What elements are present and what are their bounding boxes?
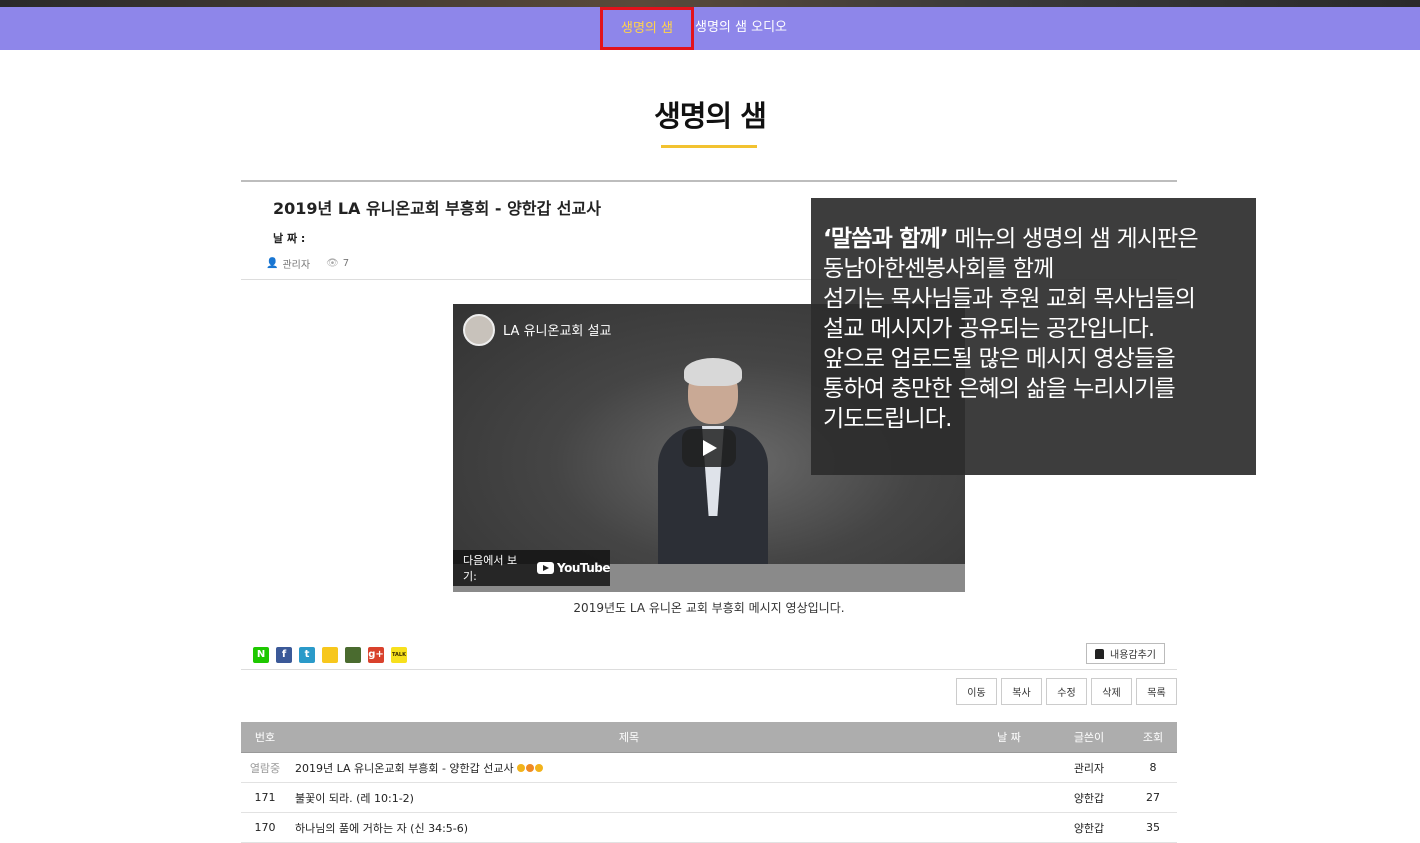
share-divider [241,669,1177,670]
overlay-line: 설교 메시지가 공유되는 공간입니다. [823,316,1155,342]
header-author: 글쓴이 [1073,731,1105,744]
overlay-line: 섬기는 목사님들과 후원 교회 목사님들의 [823,286,1196,312]
edit-button[interactable]: 수정 [1046,678,1087,705]
googleplus-icon[interactable]: g+ [368,647,384,663]
row-author: 관리자 [1073,761,1105,775]
overlay-line: 메뉴의 생명의 샘 게시판은 [947,226,1198,252]
table-row[interactable]: 170 하나님의 품에 거하는 자 (신 34:5-6) 양한갑 35 [241,813,1177,843]
youtube-play-icon [536,562,554,574]
youtube-logo: YouTube [536,561,611,575]
play-button[interactable] [682,429,736,467]
page-title: 생명의 샘 [654,99,767,133]
sub-navigation: 생명의 샘 생명의 샘 오디오 [0,7,1420,50]
row-num: 열람중 [249,761,281,775]
overlay-line: 앞으로 업로드될 많은 메시지 영상들을 [823,346,1176,372]
row-views: 35 [1146,821,1160,834]
row-author: 양한갑 [1073,821,1105,835]
header-date: 날 짜 [997,731,1021,744]
move-button[interactable]: 이동 [956,678,997,705]
watch-on-youtube-button[interactable]: 다음에서 보기: YouTube [453,550,611,586]
table-row[interactable]: 열람중 2019년 LA 유니온교회 부흥회 - 양한갑 선교사 관리자 8 [241,753,1177,783]
row-num: 171 [254,791,276,804]
row-title-text[interactable]: 2019년 LA 유니온교회 부흥회 - 양한갑 선교사 [295,760,514,776]
header-title: 제목 [618,731,640,744]
post-list-table: 번호 제목 날 짜 글쓴이 조회 열람중 2019년 LA 유니온교회 부흥회 … [241,722,1177,843]
row-author: 양한갑 [1073,791,1105,805]
tab-lifespring[interactable]: 생명의 샘 [600,7,694,50]
overlay-line: 기도드립니다. [823,406,952,432]
hide-content-button[interactable]: 내용감추기 [1086,643,1165,664]
user-icon: 👤 [266,258,279,269]
list-button[interactable]: 목록 [1136,678,1177,705]
row-title[interactable]: 2019년 LA 유니온교회 부흥회 - 양한갑 선교사 [295,753,995,782]
copy-button[interactable]: 복사 [1001,678,1042,705]
facebook-icon[interactable]: f [276,647,292,663]
row-views: 8 [1149,761,1157,774]
row-num: 170 [254,821,276,834]
kakaotalk-icon[interactable]: TALK [391,647,407,663]
eye-icon: 👁 [326,258,339,269]
youtube-wordmark: YouTube [556,561,611,575]
header-views: 조회 [1142,731,1164,744]
kakaostory-icon[interactable] [322,647,338,663]
overlay-line: 동남아한센봉사회를 함께 [823,256,1054,282]
overlay-line: 통하여 충만한 은혜의 삶을 누리시기를 [823,376,1176,402]
delete-button[interactable]: 삭제 [1091,678,1132,705]
post-author: 관리자 [282,260,311,271]
row-views: 27 [1146,791,1160,804]
post-top-divider [241,180,1177,182]
table-row[interactable]: 171 불꽃이 되라. (레 10:1-2) 양한갑 27 [241,783,1177,813]
row-title[interactable]: 불꽃이 되라. (레 10:1-2) [295,783,995,812]
video-channel-title[interactable]: LA 유니온교회 설교 [503,320,611,339]
table-header: 번호 제목 날 짜 글쓴이 조회 [241,722,1177,753]
band-icon[interactable] [345,647,361,663]
board-intro-overlay: ‘말씀과 함께’ 메뉴의 생명의 샘 게시판은 동남아한센봉사회를 함께 섬기는… [811,198,1256,475]
naver-icon[interactable]: N [253,647,269,663]
video-speaker [658,358,768,592]
tab-lifespring-audio[interactable]: 생명의 샘 오디오 [695,7,787,50]
watch-on-label: 다음에서 보기: [463,554,518,583]
post-date-label: 날 짜 : [273,232,306,245]
post-actions: 이동 복사 수정 삭제 목록 [956,678,1177,705]
share-icons: Nf t g+ TALK [253,647,407,663]
twitter-icon[interactable]: t [299,647,315,663]
channel-avatar[interactable] [463,314,495,346]
header-image-strip [0,0,1420,7]
new-badges [516,763,543,772]
pin-icon [1095,648,1104,659]
row-title[interactable]: 하나님의 품에 거하는 자 (신 34:5-6) [295,813,995,842]
post-meta: 👤 관리자 👁 7 [266,256,349,271]
overlay-emphasis: ‘말씀과 함께’ [823,226,949,252]
post-caption: 2019년도 LA 유니온 교회 부흥회 메시지 영상입니다. [573,601,845,615]
post-views: 7 [342,258,350,269]
post-title: 2019년 LA 유니온교회 부흥회 - 양한갑 선교사 [273,199,601,218]
hide-content-label: 내용감추기 [1110,650,1156,661]
title-underline [661,145,757,148]
